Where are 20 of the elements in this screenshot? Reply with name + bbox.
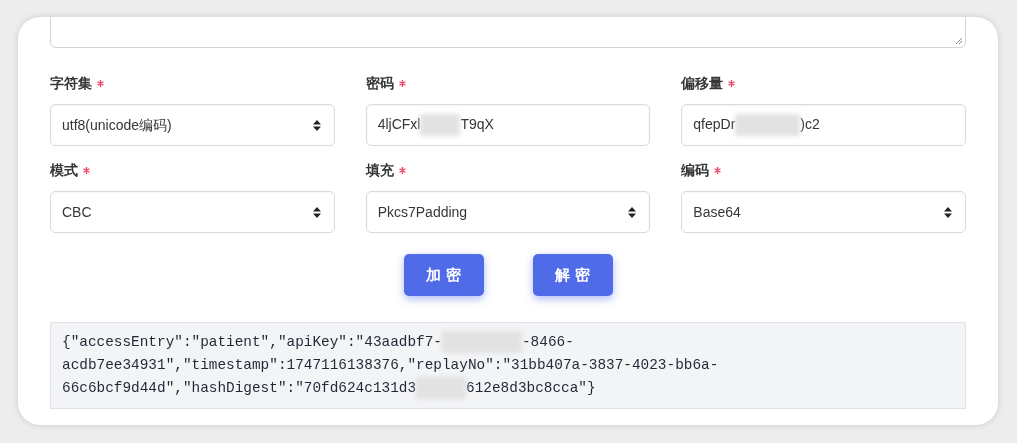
- output-text: {"accessEntry":"patient","apiKey":"43aadbf7- -8466-acdb7ee34931","timestamp":1747116138376,"replayNo":"31bb407a-3837-4023-bb6a-66c6bcf9d44d","hashDigest":"70fd624c131d3 612e8d3bc8cca"}: [62, 331, 802, 400]
- input-field[interactable]: qfepDr )c2: [681, 104, 966, 146]
- chevron-up-down-icon: [944, 206, 952, 218]
- select-field[interactable]: Base64: [681, 191, 966, 233]
- resize-handle-icon[interactable]: [955, 37, 963, 45]
- field-label: 编码: [681, 160, 710, 180]
- field-label: 填充: [365, 160, 394, 180]
- input-field[interactable]: 4ljCFxl T9qX: [365, 104, 651, 146]
- field-label: 密码: [365, 73, 394, 93]
- decrypt-button[interactable]: 解 密: [532, 254, 613, 296]
- chevron-up-down-icon: [312, 119, 321, 131]
- chevron-up-down-icon: [628, 206, 637, 218]
- field-label: 模式: [50, 160, 78, 180]
- encrypt-button[interactable]: 加 密: [403, 254, 484, 296]
- field-label: 字符集: [50, 73, 92, 93]
- field-label: 偏移量: [681, 73, 724, 93]
- select-field[interactable]: CBC: [50, 191, 335, 233]
- select-field[interactable]: utf8(unicode编码): [50, 104, 335, 146]
- chevron-up-down-icon: [312, 206, 321, 218]
- select-field[interactable]: Pkcs7Padding: [365, 191, 651, 233]
